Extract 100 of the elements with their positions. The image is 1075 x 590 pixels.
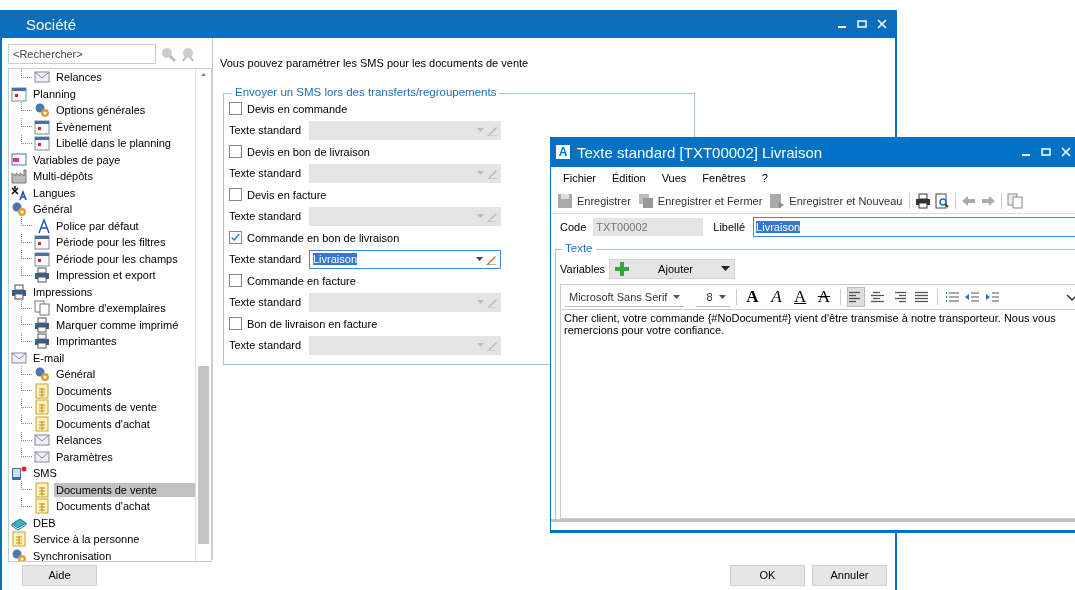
printer-icon: [34, 333, 50, 350]
print-preview-icon[interactable]: [934, 193, 951, 209]
ok-button[interactable]: OK: [730, 564, 805, 586]
calendar-icon: [34, 118, 50, 135]
tree-item[interactable]: Police par défaut: [54, 218, 141, 233]
tree-item[interactable]: Options générales: [54, 103, 148, 118]
field-label: Texte standard: [229, 210, 303, 223]
field-label: Texte standard: [229, 253, 303, 266]
tree-item[interactable]: Documents de vente: [54, 400, 159, 415]
toolbar-button[interactable]: Enregistrer et Fermer: [635, 193, 765, 209]
tree-item[interactable]: Impressions: [31, 284, 95, 299]
tree-item[interactable]: Relances: [54, 433, 104, 448]
search-icon[interactable]: [180, 46, 196, 62]
align-center-icon: [870, 291, 887, 303]
field-label: Code: [560, 220, 587, 233]
group-title: Texte: [562, 242, 596, 254]
tree-item[interactable]: Période pour les champs: [54, 251, 180, 266]
floppy-page-icon: [769, 193, 786, 209]
spreadsheet-icon: [11, 531, 27, 548]
menu-item[interactable]: Vues: [655, 172, 697, 184]
cancel-button[interactable]: Annuler: [812, 564, 887, 586]
factory-icon: [11, 168, 27, 185]
scrollbar[interactable]: [195, 69, 211, 561]
tree-item[interactable]: Langues: [31, 185, 78, 200]
redo-icon[interactable]: [980, 193, 997, 209]
tree-item[interactable]: Variables de paye: [31, 152, 123, 167]
maximize-icon[interactable]: [857, 19, 867, 29]
tree-item[interactable]: Documents: [54, 383, 114, 398]
dropdown-field[interactable]: Livraison: [309, 249, 501, 269]
bullet-list-icon[interactable]: [944, 289, 960, 305]
tree-item[interactable]: Libellé dans le planning: [54, 136, 173, 151]
tree-item[interactable]: Nombre d'exemplaires: [54, 301, 168, 316]
maximize-icon[interactable]: [1041, 147, 1051, 157]
tree-item[interactable]: Documents d'achat: [54, 416, 152, 431]
menu-item[interactable]: Fichier: [557, 172, 606, 184]
printer-icon: [34, 316, 50, 333]
field-label: Texte standard: [229, 339, 303, 352]
tree-item[interactable]: Évènement: [54, 119, 114, 134]
tree-item[interactable]: DEB: [31, 515, 58, 530]
gear-icon: [34, 366, 50, 383]
code-field[interactable]: TXT00002: [593, 217, 704, 236]
tree-item[interactable]: Documents de vente: [54, 482, 195, 497]
printer-icon: [34, 267, 50, 284]
tree-item[interactable]: Général: [54, 367, 98, 382]
toolbar-button[interactable]: Enregistrer et Nouveau: [767, 193, 905, 209]
italic-button[interactable]: A: [766, 287, 787, 307]
undo-icon[interactable]: [961, 193, 978, 209]
spreadsheet-icon: [34, 481, 50, 498]
envelope-icon: [11, 349, 27, 366]
envelope-icon: [34, 432, 50, 449]
tree-item[interactable]: Planning: [31, 86, 78, 101]
floppy-disks-icon: [637, 193, 654, 209]
calendar-icon: [34, 250, 50, 267]
copy-icon[interactable]: [1007, 193, 1024, 209]
checkbox-label[interactable]: Commande en bon de livraison: [247, 231, 400, 244]
printer-icon[interactable]: [915, 193, 932, 209]
tree-item[interactable]: Général: [31, 202, 75, 217]
add-dropdown[interactable]: Ajouter: [609, 259, 736, 279]
field-label: Texte standard: [229, 124, 303, 137]
bold-button[interactable]: A: [742, 287, 763, 307]
checkbox[interactable]: [229, 231, 242, 245]
text-editor[interactable]: Microsoft Sans Serif 8 A A A A Cher client, votre commande {#NoDocument#} vient d'être transmise à notre transporteur. Nous vous remercions pour votre confiance.: [560, 284, 1075, 519]
label-field[interactable]: Livraison: [753, 216, 1075, 237]
tree-item[interactable]: SMS: [31, 466, 59, 481]
align-left-button[interactable]: [846, 287, 865, 307]
menu-item[interactable]: ?: [755, 172, 778, 184]
underline-button[interactable]: A: [790, 287, 811, 307]
outdent-icon[interactable]: [964, 289, 980, 305]
monitor-icon: [11, 151, 27, 168]
tree-item[interactable]: Paramètres: [54, 449, 115, 464]
strike-button[interactable]: A: [814, 287, 834, 307]
menu-item[interactable]: Édition: [606, 172, 656, 184]
gear-icon: [11, 201, 27, 218]
close-icon[interactable]: [877, 19, 887, 29]
tree-item[interactable]: Impression et export: [54, 268, 158, 283]
caret-pencil-icon[interactable]: [475, 253, 497, 266]
field-label: Texte standard: [229, 167, 303, 180]
tree-item[interactable]: Imprimantes: [54, 334, 119, 349]
tree-item[interactable]: Relances: [54, 70, 104, 85]
align-right-icon: [892, 291, 909, 303]
message-text[interactable]: Cher client, votre commande {#NoDocument#} vient d'être transmise à notre transporteur. Nous vous remercions pour votre confiance.: [561, 310, 1067, 338]
tree-item[interactable]: Multi-dépôts: [31, 169, 95, 184]
window-title: Texte standard [TXT00002] Livraison: [577, 143, 824, 161]
tree-item[interactable]: Service à la personne: [31, 532, 142, 547]
tree-item[interactable]: Marquer comme imprimé: [54, 317, 181, 332]
group-title: Envoyer un SMS lors des transferts/regroupements: [232, 86, 500, 98]
font-dropdown[interactable]: Microsoft Sans Serif: [565, 287, 685, 307]
toolbar-button[interactable]: Enregistrer: [555, 193, 633, 209]
help-button[interactable]: Aide: [22, 564, 97, 586]
app-logo: A: [556, 145, 570, 159]
tree-item[interactable]: E-mail: [31, 350, 67, 365]
search-icon[interactable]: [160, 46, 176, 62]
printer-icon: [11, 283, 27, 300]
tree-item[interactable]: Documents d'achat: [54, 499, 152, 514]
menu-item[interactable]: Fenêtres: [696, 172, 756, 184]
close-icon[interactable]: [1061, 147, 1071, 157]
size-dropdown[interactable]: 8: [696, 287, 730, 307]
indent-icon[interactable]: [984, 289, 1000, 305]
search-field[interactable]: <Rechercher>: [8, 44, 156, 64]
tree-item[interactable]: Période pour les filtres: [54, 235, 168, 250]
